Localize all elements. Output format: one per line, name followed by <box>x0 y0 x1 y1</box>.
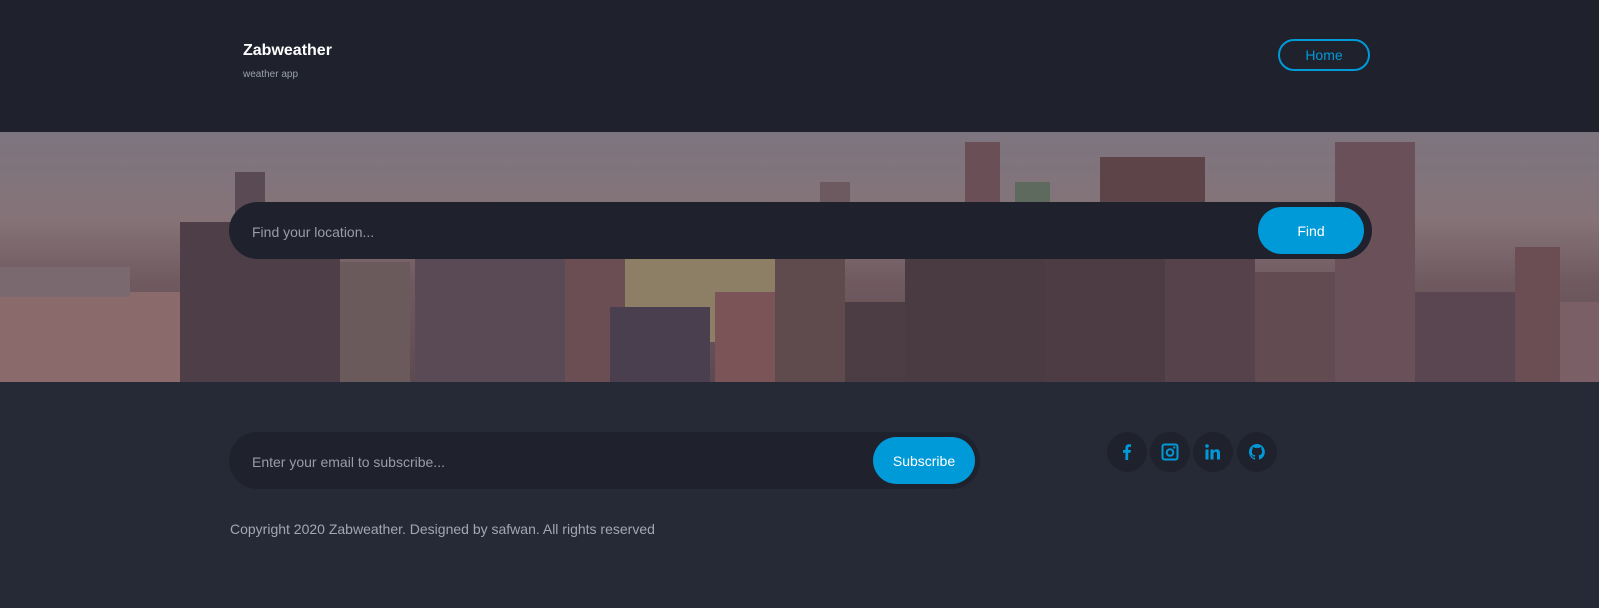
site-subtitle: weather app <box>243 69 299 80</box>
site-header: Zabweather weather app Home <box>0 0 1599 132</box>
site-title[interactable]: Zabweather <box>243 42 332 60</box>
facebook-link[interactable] <box>1107 432 1147 472</box>
subscribe-email-input[interactable] <box>250 449 854 475</box>
find-button[interactable]: Find <box>1258 207 1364 254</box>
instagram-icon <box>1161 443 1179 461</box>
facebook-icon <box>1123 444 1131 460</box>
linkedin-icon <box>1205 444 1220 460</box>
subscribe-button[interactable]: Subscribe <box>873 437 975 484</box>
instagram-link[interactable] <box>1150 432 1190 472</box>
home-nav-button[interactable]: Home <box>1278 39 1370 71</box>
github-icon <box>1248 444 1265 460</box>
linkedin-link[interactable] <box>1193 432 1233 472</box>
copyright-text: Copyright 2020 Zabweather. Designed by s… <box>230 521 655 537</box>
github-link[interactable] <box>1237 432 1277 472</box>
location-search-input[interactable] <box>250 219 1204 245</box>
